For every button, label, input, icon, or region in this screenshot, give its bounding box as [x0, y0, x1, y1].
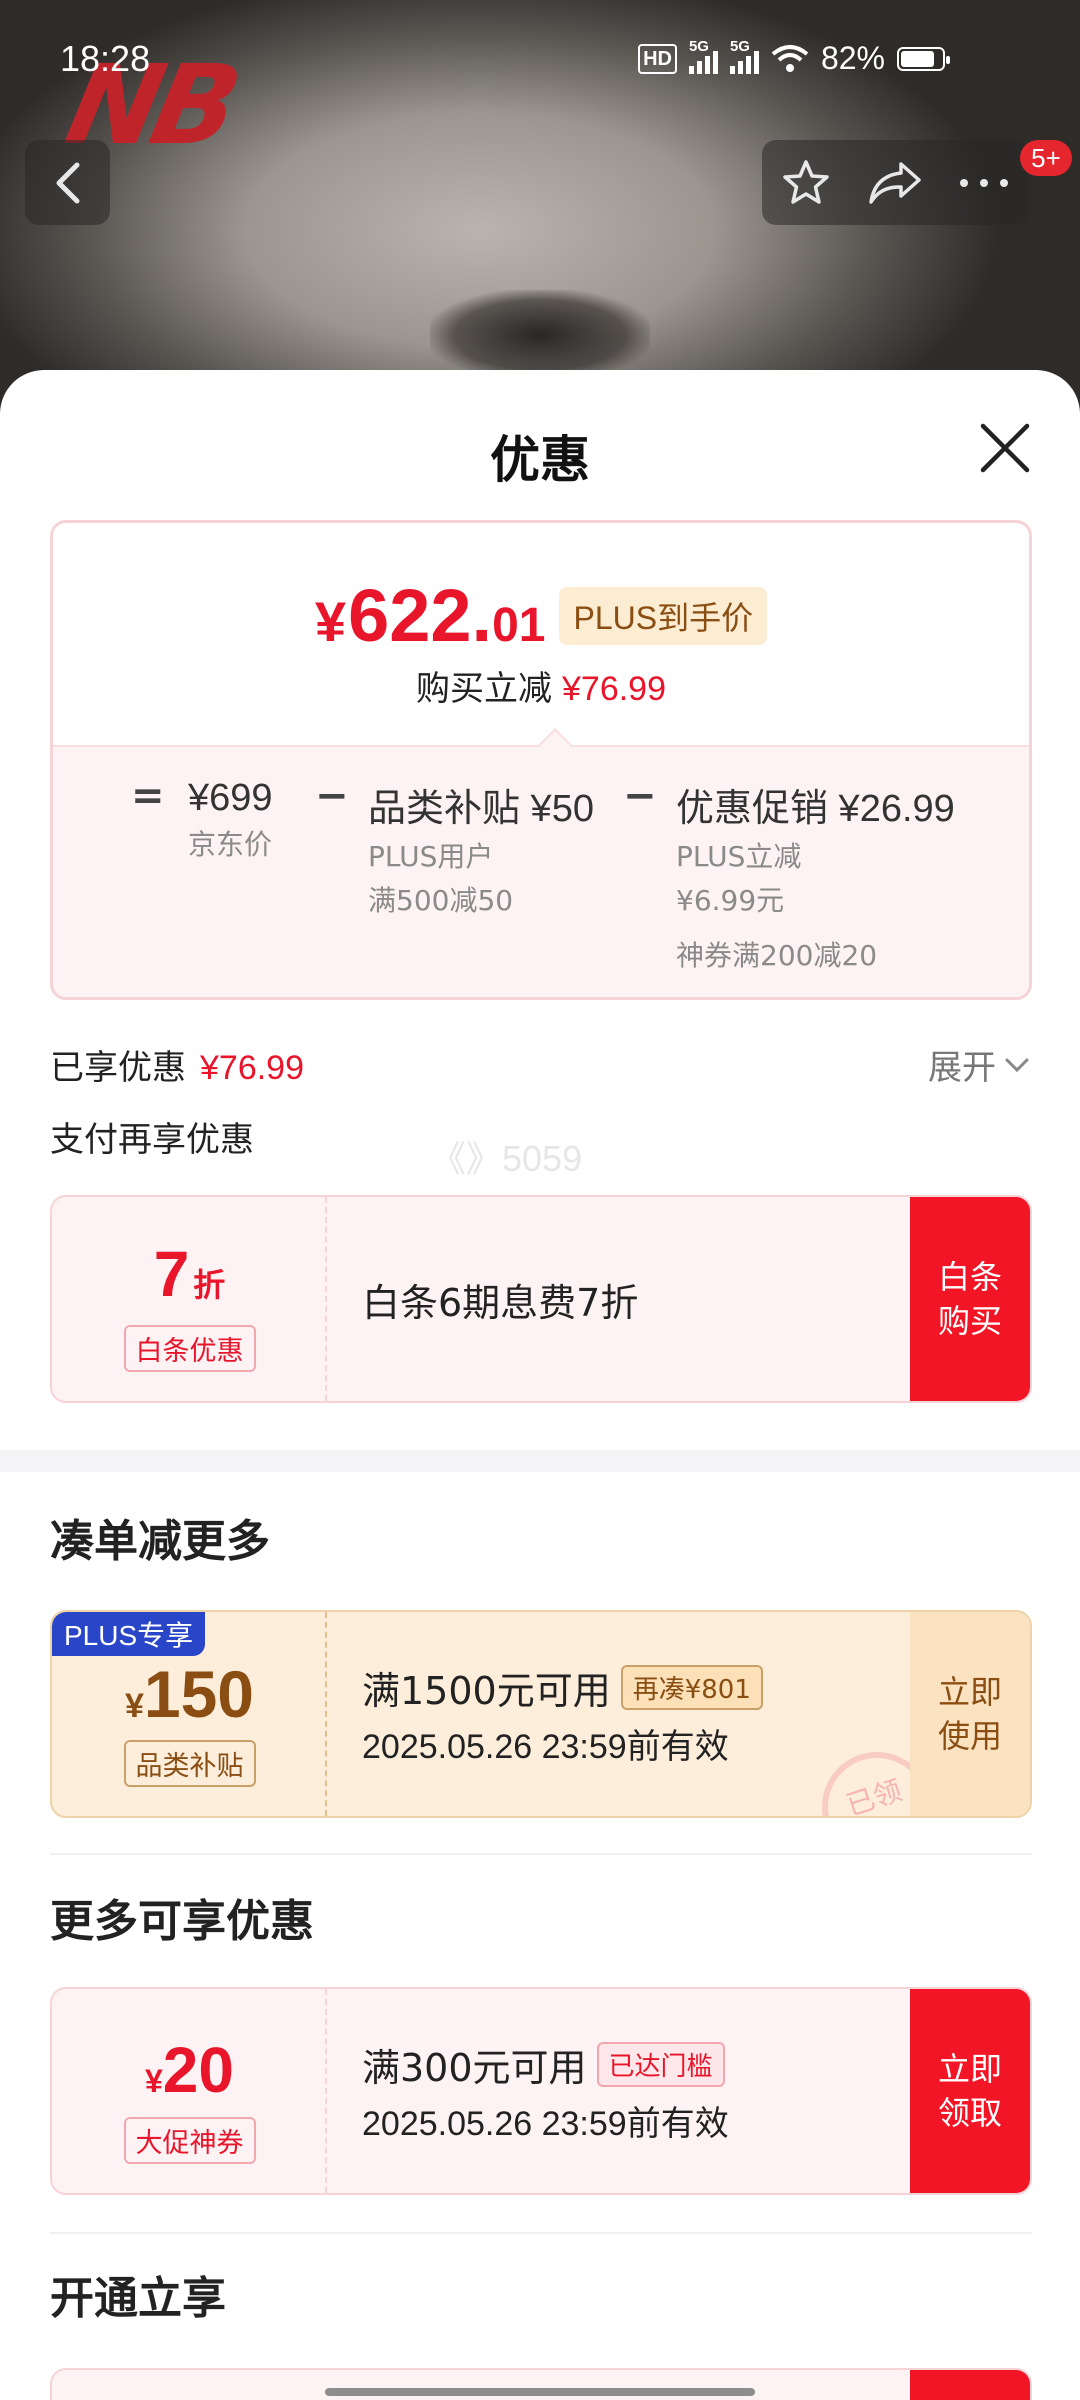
final-price: ¥622. 01 [314, 574, 546, 657]
plus-price-tag: PLUS到手价 [559, 586, 768, 645]
promo-col: 优惠促销 ¥26.99 PLUS立减 ¥6.99元 神券满200减20 [676, 788, 955, 972]
divider-2 [50, 2232, 1032, 2234]
use-now-button[interactable]: 立即 使用 [910, 1612, 1030, 1816]
status-bar: 18:28 HD 5G 5G 82% [0, 0, 1080, 120]
save-line: 购买立减 ¥76.99 [416, 669, 666, 709]
battery-percent: 82% [820, 40, 885, 76]
coupon-value-section: ¥20 大促神券 [52, 1989, 327, 2193]
section-title-more: 凑单减更多 [50, 1516, 270, 1567]
expand-button[interactable]: 展开 [928, 1040, 1030, 1089]
coupon-threshold: 满1500元可用 [362, 1669, 611, 1713]
subsidy-col: 品类补贴 ¥50 PLUS用户 满500减50 [368, 788, 594, 917]
sheet-title: 优惠 [490, 431, 590, 489]
coupon-desc: 白条6期息费7折 [362, 1280, 639, 1325]
save-amount: ¥76.99 [562, 670, 666, 708]
coupon-chip: 再凑¥801 [620, 1665, 763, 1710]
battery-icon [897, 46, 950, 71]
claim-now-button[interactable]: 立即 领取 [910, 1989, 1030, 2193]
minus-sign-2: − [623, 773, 657, 819]
coupon-tag: 白条优惠 [123, 1325, 256, 1372]
more-icon[interactable] [958, 176, 1010, 190]
coupon-chip: 已达门槛 [596, 2042, 725, 2087]
coupon-threshold: 满300元可用 [362, 2046, 587, 2090]
coupon-value: ¥20 [145, 2034, 234, 2106]
hd-icon: HD [638, 43, 677, 74]
wifi-icon [771, 44, 809, 72]
back-button[interactable] [25, 140, 110, 225]
signal-icon: 5G [688, 38, 718, 74]
jd-price-col: ¥699 京东价 [188, 777, 273, 861]
subsidy-coupon: ¥150 品类补贴 PLUS专享 满1500元可用 再凑¥801 2025.05… [50, 1610, 1032, 1818]
price-breakdown-card: ¥622. 01 PLUS到手价 购买立减 ¥76.99 = ¥699 京东价 − … [50, 520, 1032, 1000]
price-formula: = ¥699 京东价 − 品类补贴 ¥50 PLUS用户 满500减50 − 优… [53, 745, 1029, 997]
coupon-tag: 大促神券 [123, 2117, 256, 2164]
coupon-value: ¥150 [124, 1657, 255, 1731]
home-indicator[interactable] [325, 2388, 755, 2396]
promo-coupon: ¥20 大促神券 满300元可用 已达门槛 2025.05.26 23:59前有… [50, 1987, 1032, 2195]
baitiao-coupon: 7折 白条优惠 白条6期息费7折 白条 购买 [50, 1195, 1032, 1403]
minus-sign: − [315, 773, 349, 819]
equals-sign: = [131, 773, 165, 819]
chevron-left-icon [56, 162, 79, 203]
status-time: 18:28 [60, 38, 151, 79]
chevron-down-icon [1005, 1058, 1029, 1072]
discount-sheet: 优惠 ¥622. 01 PLUS到手价 购买立减 ¥76.99 = ¥699 京东价 [0, 370, 1080, 2400]
plus-exclusive-badge: PLUS专享 [52, 1612, 206, 1656]
star-icon[interactable] [780, 157, 832, 209]
pay-more-title: 支付再享优惠 [50, 1120, 254, 1160]
share-icon[interactable] [867, 158, 923, 208]
coupon-tag: 品类补贴 [123, 1740, 256, 1787]
message-badge: 5+ [1020, 140, 1072, 176]
coupon-expiry: 2025.05.26 23:59前有效 [362, 2105, 729, 2143]
close-icon[interactable] [975, 418, 1035, 478]
divider [50, 1853, 1032, 1855]
section-separator [0, 1450, 1080, 1472]
final-price-section: ¥622. 01 PLUS到手价 购买立减 ¥76.99 [53, 523, 1029, 745]
nav-actions [762, 140, 1028, 225]
status-icons: HD 5G 5G 82% [638, 38, 950, 77]
signal-icon-2: 5G [729, 38, 759, 74]
baitiao-buy-button[interactable]: 白条 购买 [910, 1197, 1030, 1401]
product-shadow [430, 290, 650, 380]
coupon-expiry: 2025.05.26 23:59前有效 [362, 1728, 729, 1766]
coupon-value: 7折 [153, 1238, 226, 1310]
section-title-extra: 更多可享优惠 [50, 1896, 314, 1947]
coupon-value-section: 7折 白条优惠 [52, 1197, 327, 1401]
enjoyed-discount: 已享优惠 ¥76.99 [50, 1048, 304, 1088]
watermark: 《》5059 [430, 1138, 583, 1179]
enjoyed-amount: ¥76.99 [200, 1049, 304, 1087]
section-title-open: 开通立享 [50, 2273, 226, 2324]
